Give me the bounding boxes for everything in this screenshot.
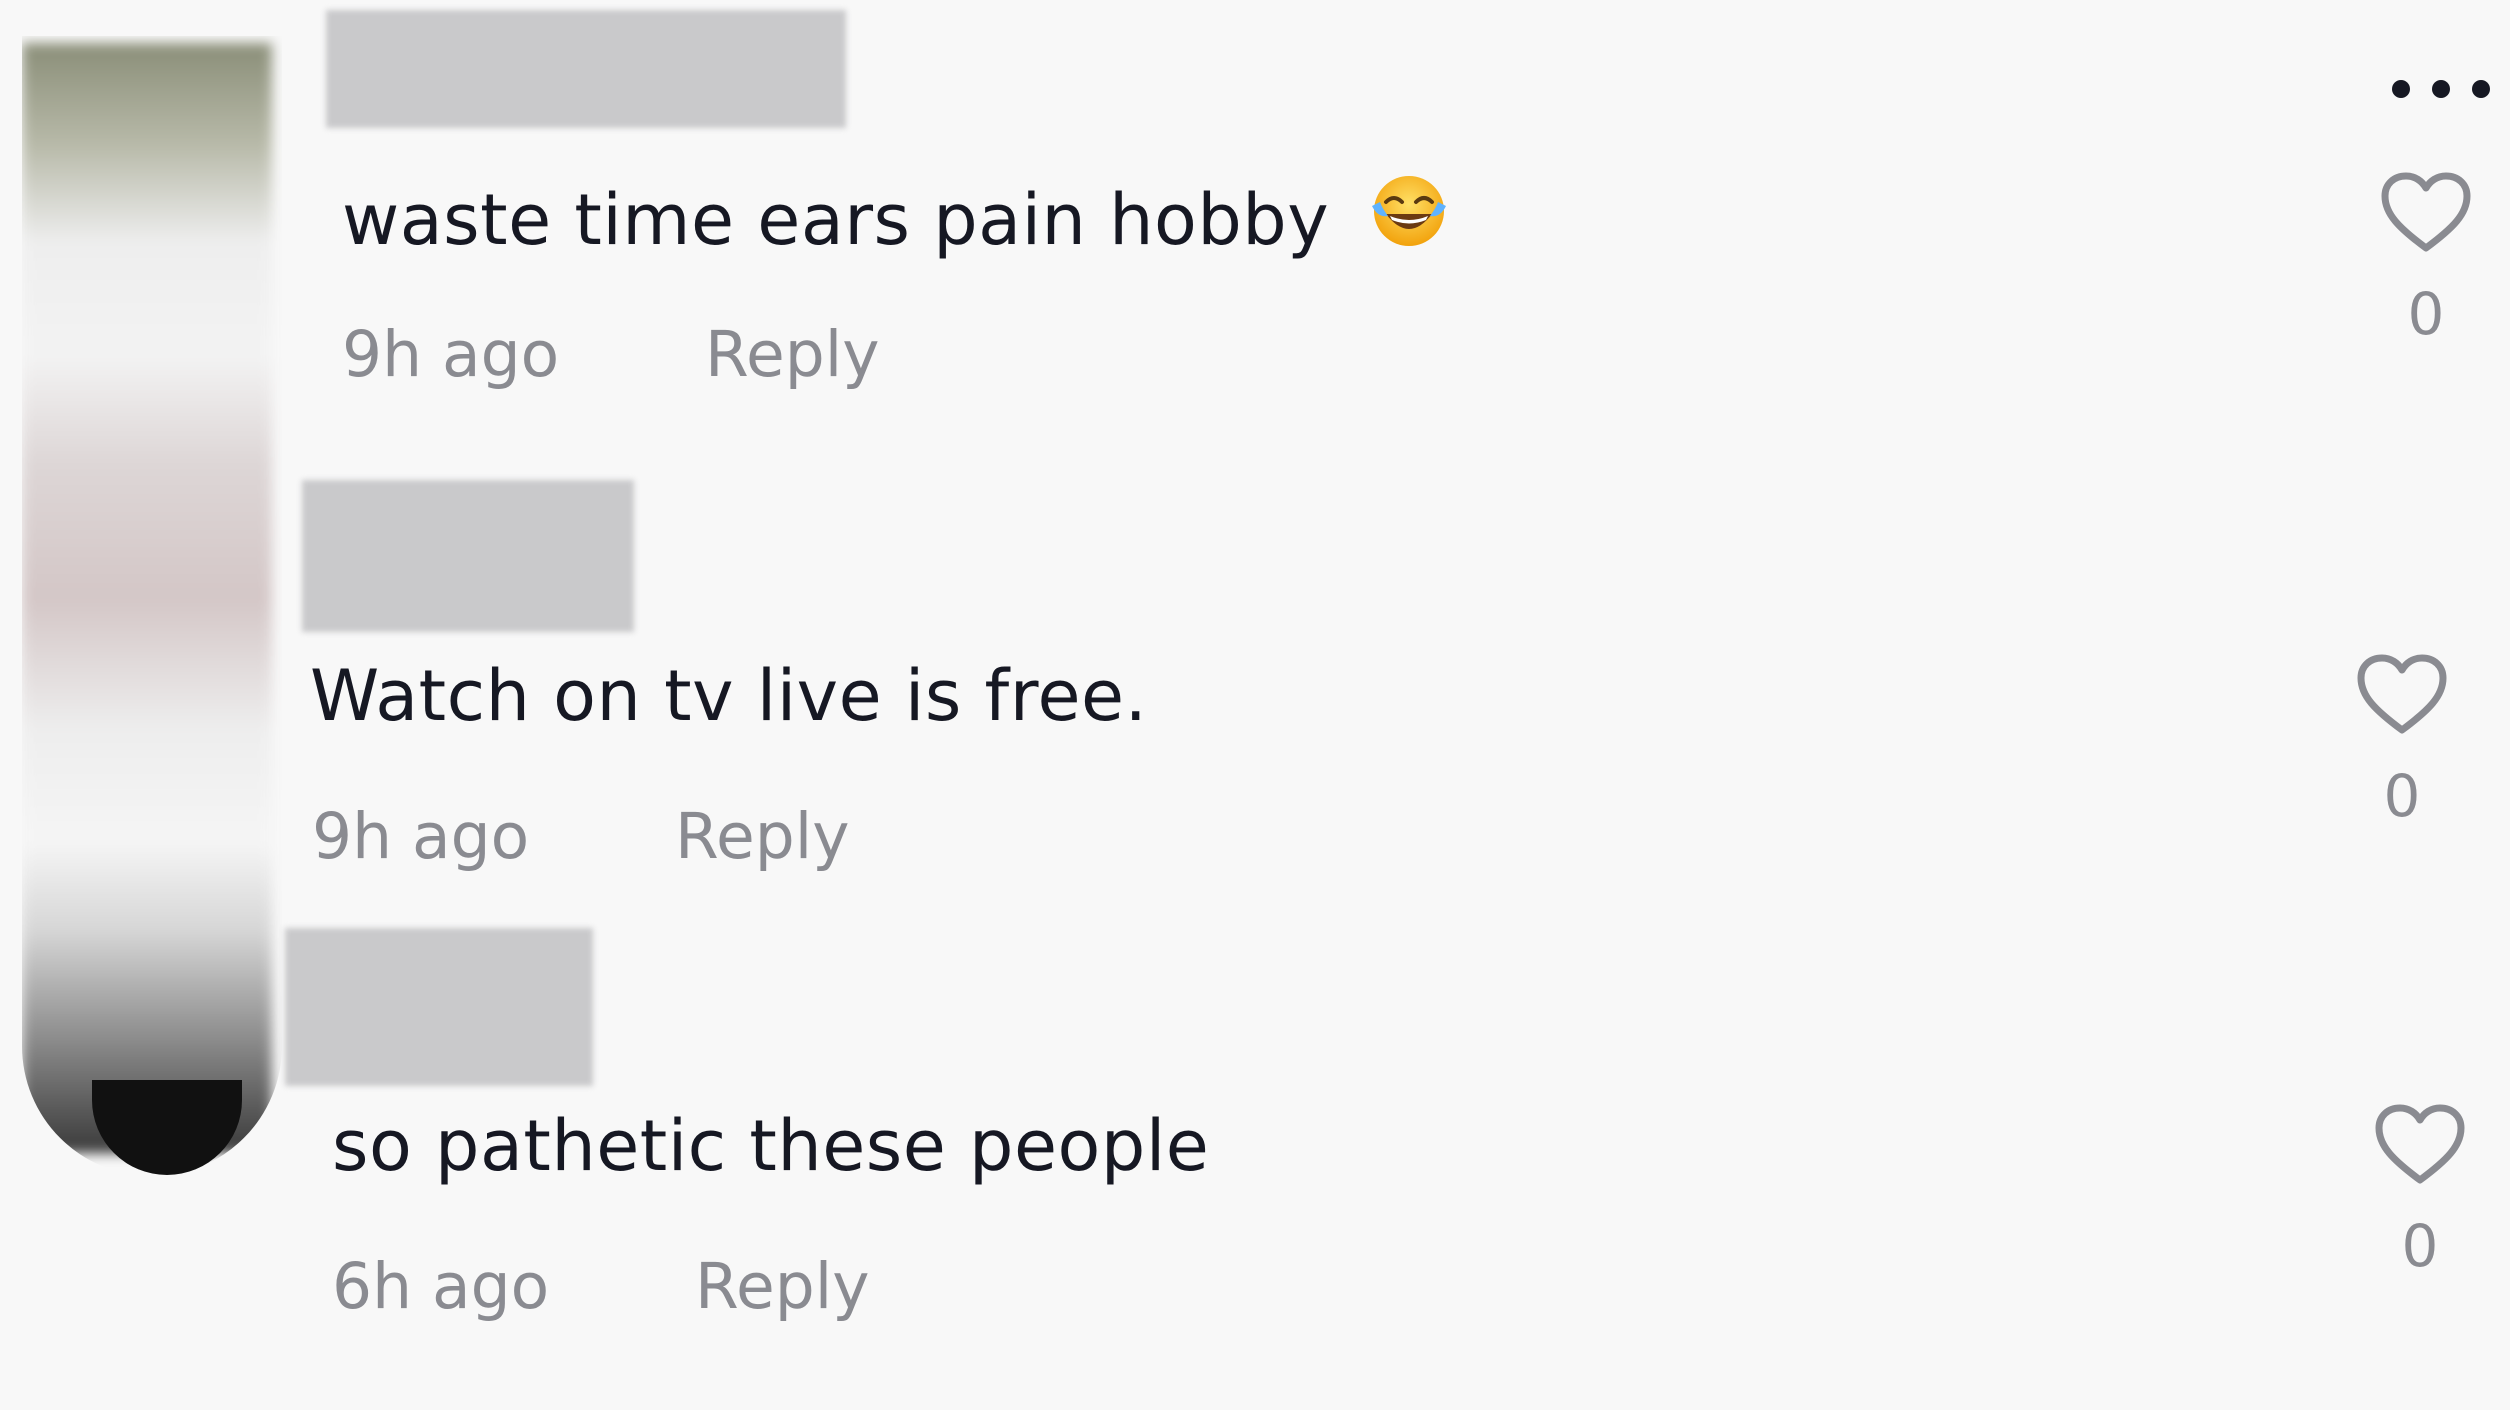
like-button[interactable]: 0 — [2360, 1102, 2480, 1280]
username-redacted[interactable] — [285, 928, 593, 1086]
comment-list: waste time ears pain hobby 9h ago Reply … — [0, 0, 2510, 1410]
heart-outline-icon — [2375, 1104, 2465, 1184]
reply-button[interactable]: Reply — [675, 800, 849, 873]
comment-meta: 9h ago Reply — [342, 318, 879, 391]
username-redacted[interactable] — [326, 10, 846, 128]
comment-timestamp: 9h ago — [312, 800, 530, 873]
comment-meta: 9h ago Reply — [312, 800, 849, 873]
comment-timestamp: 9h ago — [342, 318, 560, 391]
reply-button[interactable]: Reply — [705, 318, 879, 391]
comment-text: waste time ears pain hobby — [342, 172, 1450, 261]
comment-text: Watch on tv live is free. — [310, 655, 1148, 737]
like-button[interactable]: 0 — [2342, 652, 2462, 830]
reply-button[interactable]: Reply — [695, 1250, 869, 1323]
avatar-image — [22, 43, 272, 1153]
comment-timestamp: 6h ago — [332, 1250, 550, 1323]
like-count: 0 — [2401, 1212, 2439, 1280]
tears-of-joy-emoji-icon — [1371, 176, 1446, 246]
avatar[interactable] — [22, 36, 282, 1176]
comment-meta: 6h ago Reply — [332, 1250, 869, 1323]
more-options-icon[interactable] — [2392, 80, 2490, 98]
username-redacted[interactable] — [302, 480, 634, 632]
heart-outline-icon — [2381, 172, 2471, 252]
like-count: 0 — [2383, 762, 2421, 830]
like-count: 0 — [2407, 280, 2445, 348]
like-button[interactable]: 0 — [2366, 170, 2486, 348]
comment-text: so pathetic these people — [332, 1105, 1210, 1187]
heart-outline-icon — [2357, 654, 2447, 734]
